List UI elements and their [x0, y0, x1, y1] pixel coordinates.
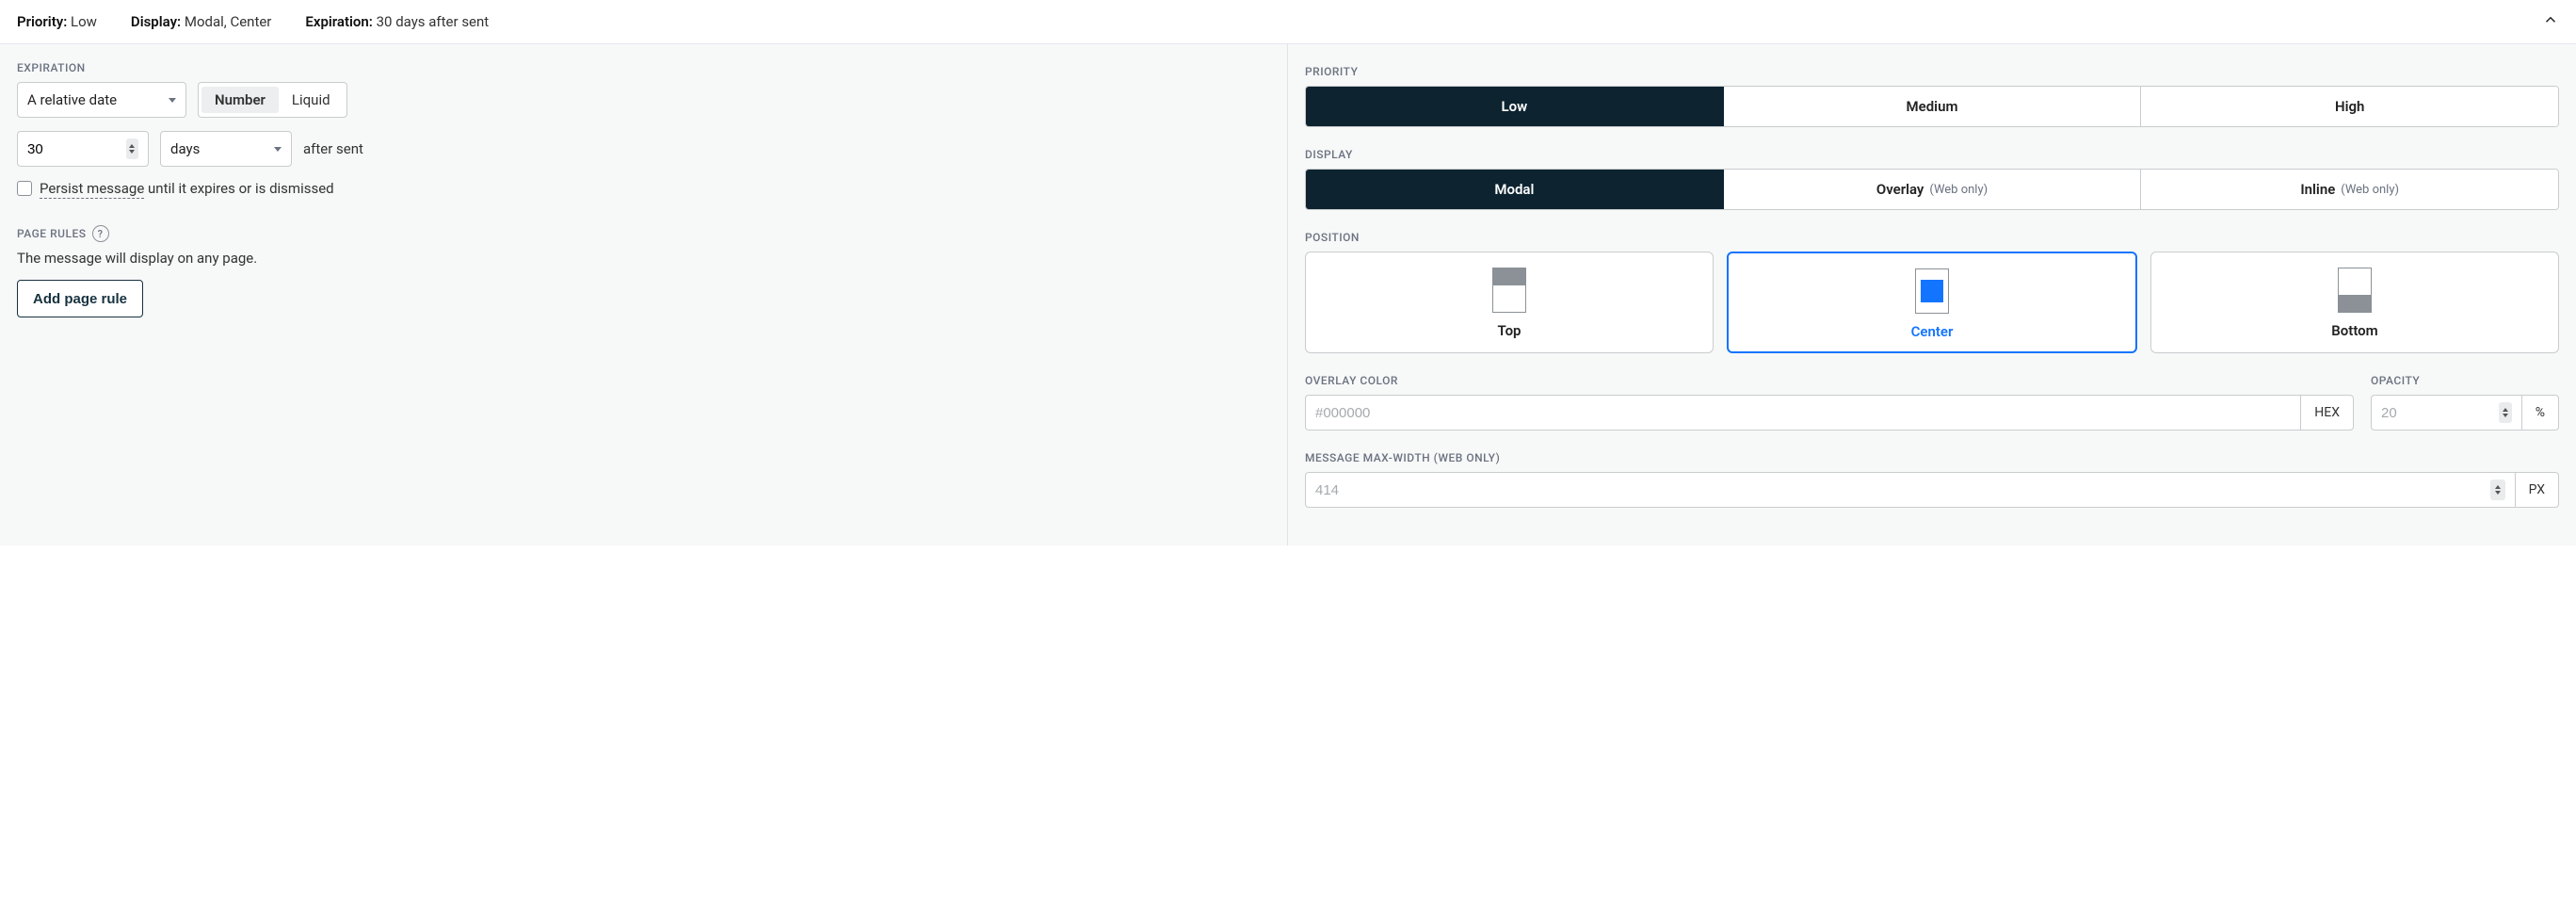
position-option-bottom[interactable]: Bottom [2150, 252, 2559, 353]
display-overlay-label: Overlay [1876, 181, 1924, 198]
summary-expiration-value: 30 days after sent [377, 13, 490, 30]
display-inline-suffix: (Web only) [2341, 183, 2399, 197]
position-heading: POSITION [1305, 231, 2559, 244]
persist-row: Persist message until it expires or is d… [17, 180, 1270, 197]
display-option-inline[interactable]: Inline (Web only) [2141, 170, 2558, 209]
persist-underlined: Persist message [40, 180, 144, 199]
position-option-center[interactable]: Center [1727, 252, 2137, 353]
right-panel: PRIORITY Low Medium High DISPLAY Modal O… [1288, 44, 2576, 545]
priority-group: Low Medium High [1305, 86, 2559, 127]
position-bottom-label: Bottom [2331, 322, 2377, 339]
number-liquid-toggle: Number Liquid [198, 82, 347, 118]
position-top-icon [1492, 268, 1526, 313]
left-panel: EXPIRATION A relative date Number Liquid… [0, 44, 1288, 545]
display-inline-label: Inline [2300, 181, 2335, 198]
opacity-field: % [2371, 395, 2559, 431]
overlay-color-heading: OVERLAY COLOR [1305, 374, 2354, 387]
priority-option-medium[interactable]: Medium [1724, 87, 2142, 126]
summary-priority: Priority: Low [17, 13, 97, 30]
summary-priority-label: Priority: [17, 13, 67, 30]
expiration-number-input[interactable] [17, 131, 149, 167]
after-sent-text: after sent [303, 140, 363, 157]
summary-priority-value: Low [71, 13, 97, 30]
chevron-down-icon [274, 147, 282, 152]
toggle-liquid[interactable]: Liquid [279, 87, 344, 113]
add-page-rule-button[interactable]: Add page rule [17, 280, 143, 317]
collapse-icon[interactable] [2542, 11, 2559, 32]
expiration-number-field[interactable] [27, 141, 119, 157]
priority-heading: PRIORITY [1305, 65, 2559, 78]
expiration-type-value: A relative date [27, 91, 117, 108]
priority-option-low[interactable]: Low [1306, 87, 1724, 126]
summary-display-value: Modal, Center [185, 13, 272, 30]
expiration-unit-value: days [170, 140, 200, 157]
overlay-color-field: HEX [1305, 395, 2354, 431]
page-rules-heading: PAGE RULES ? [17, 225, 1270, 242]
stepper-icon[interactable] [2490, 479, 2505, 500]
opacity-suffix: % [2521, 395, 2559, 431]
maxwidth-field: PX [1305, 472, 2559, 508]
display-option-modal[interactable]: Modal [1306, 170, 1724, 209]
persist-label: Persist message until it expires or is d… [40, 180, 334, 197]
maxwidth-suffix: PX [2515, 472, 2559, 508]
stepper-icon[interactable] [126, 138, 138, 159]
display-overlay-suffix: (Web only) [1929, 183, 1988, 197]
summary-display-label: Display: [131, 13, 181, 30]
overlay-color-suffix: HEX [2300, 395, 2354, 431]
persist-checkbox[interactable] [17, 181, 32, 196]
opacity-input[interactable] [2371, 395, 2521, 431]
summary-expiration-label: Expiration: [305, 13, 372, 30]
position-center-label: Center [1911, 323, 1954, 340]
position-center-icon [1915, 268, 1949, 314]
toggle-number[interactable]: Number [201, 87, 279, 113]
opacity-heading: OPACITY [2371, 374, 2559, 387]
position-bottom-icon [2338, 268, 2372, 313]
opacity-text[interactable] [2381, 405, 2491, 421]
expiration-unit-select[interactable]: days [160, 131, 292, 167]
summary-bar: Priority: Low Display: Modal, Center Exp… [0, 0, 2576, 44]
expiration-type-select[interactable]: A relative date [17, 82, 186, 118]
position-group: Top Center Bottom [1305, 252, 2559, 353]
overlay-color-input[interactable] [1305, 395, 2300, 431]
display-heading: DISPLAY [1305, 148, 2559, 161]
summary-expiration: Expiration: 30 days after sent [305, 13, 489, 30]
page-rules-desc: The message will display on any page. [17, 250, 1270, 267]
page-rules-heading-text: PAGE RULES [17, 227, 87, 240]
display-group: Modal Overlay (Web only) Inline (Web onl… [1305, 169, 2559, 210]
summary-display: Display: Modal, Center [131, 13, 271, 30]
maxwidth-input[interactable] [1305, 472, 2515, 508]
priority-option-high[interactable]: High [2141, 87, 2558, 126]
stepper-icon[interactable] [2499, 402, 2512, 423]
position-top-label: Top [1497, 322, 1521, 339]
maxwidth-heading: MESSAGE MAX-WIDTH (WEB ONLY) [1305, 451, 2559, 464]
persist-rest: until it expires or is dismissed [144, 180, 333, 197]
display-option-overlay[interactable]: Overlay (Web only) [1724, 170, 2142, 209]
display-modal-label: Modal [1494, 181, 1534, 198]
help-icon[interactable]: ? [92, 225, 109, 242]
overlay-color-text[interactable] [1315, 405, 2291, 421]
chevron-down-icon [169, 98, 176, 103]
expiration-heading: EXPIRATION [17, 61, 1270, 74]
position-option-top[interactable]: Top [1305, 252, 1714, 353]
maxwidth-text[interactable] [1315, 482, 2483, 498]
